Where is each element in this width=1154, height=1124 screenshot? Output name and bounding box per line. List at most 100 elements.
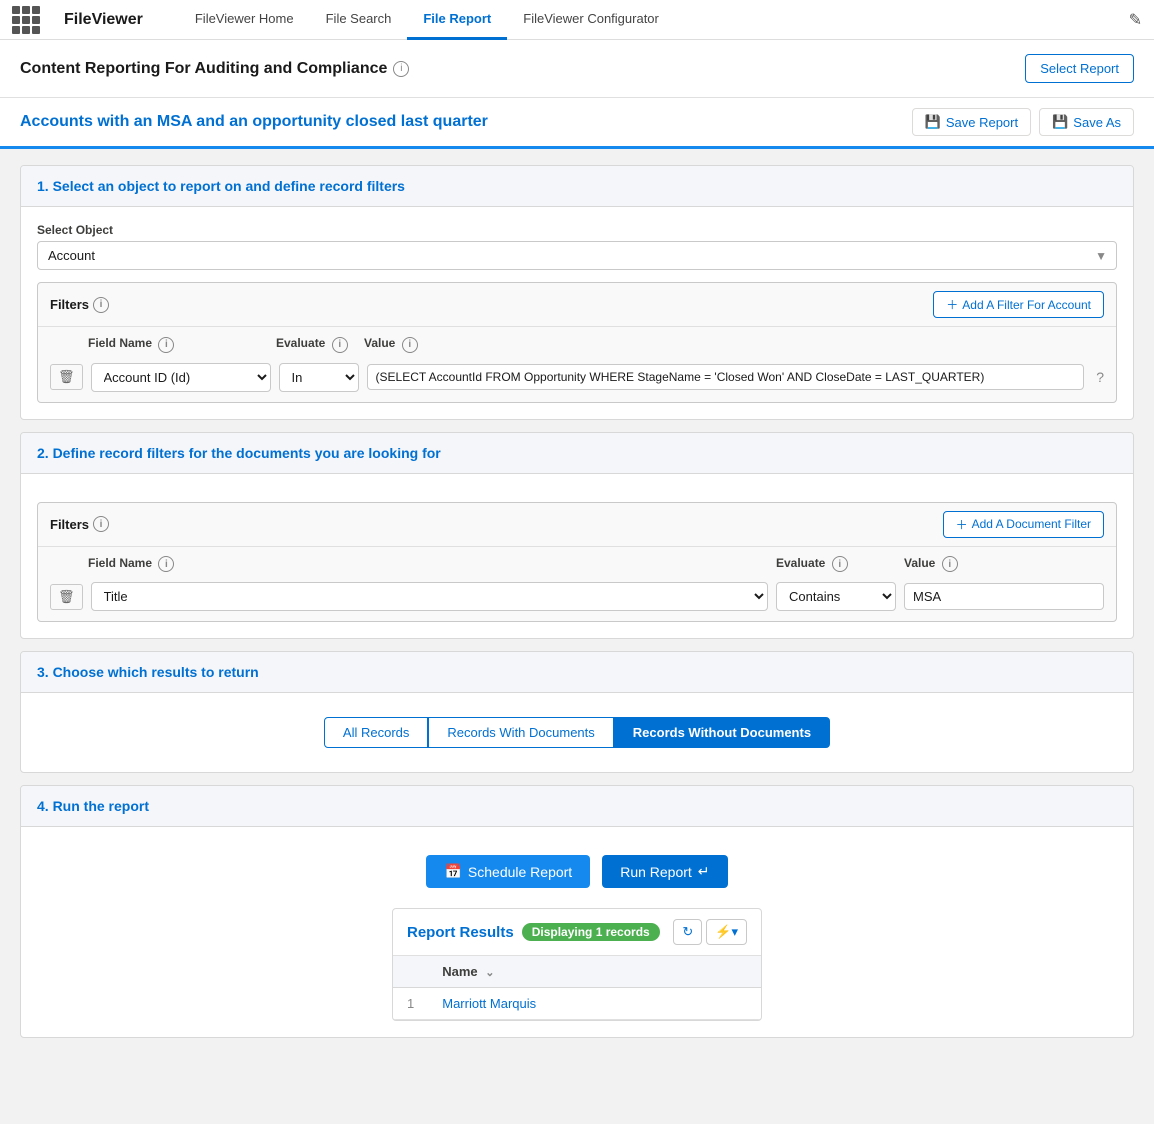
table-row: 1 Marriott Marquis bbox=[393, 988, 761, 1020]
section2-evaluate-info-icon[interactable]: i bbox=[832, 556, 848, 572]
top-navigation: FileViewer FileViewer Home File Search F… bbox=[0, 0, 1154, 40]
section2-header: 2. Define record filters for the documen… bbox=[21, 433, 1133, 474]
section4-card: 4. Run the report 📅 Schedule Report Run … bbox=[20, 785, 1134, 1038]
doc-field-name-select[interactable]: Title bbox=[91, 582, 768, 611]
calendar-icon: 📅 bbox=[444, 863, 461, 880]
save-icon: 💾 bbox=[925, 114, 941, 130]
run-area: 📅 Schedule Report Run Report ↵ bbox=[37, 843, 1117, 900]
section2-filter-row: 🗑 Title Contains bbox=[38, 572, 1116, 621]
section2-body: Filters i ＋ Add A Document Filter bbox=[21, 474, 1133, 639]
results-header: Report Results Displaying 1 records ↻ ⚡▾ bbox=[393, 909, 761, 956]
section3-card: 3. Choose which results to return All Re… bbox=[20, 651, 1134, 773]
displaying-badge: Displaying 1 records bbox=[522, 923, 660, 941]
section2-evaluate-col-label: Evaluate i bbox=[776, 556, 848, 570]
row-name-link[interactable]: Marriott Marquis bbox=[442, 996, 536, 1011]
section1-filter-row: 🗑 Account ID (Id) In ? bbox=[38, 353, 1116, 402]
select-object-label: Select Object bbox=[37, 223, 1117, 237]
results-area: Report Results Displaying 1 records ↻ ⚡▾ bbox=[37, 908, 1117, 1021]
section1-filters-box: Filters i ＋ Add A Filter For Account bbox=[37, 282, 1117, 403]
nav-file-search[interactable]: File Search bbox=[310, 0, 408, 40]
lightning-dropdown-button[interactable]: ⚡▾ bbox=[706, 919, 747, 945]
add-document-filter-button[interactable]: ＋ Add A Document Filter bbox=[943, 511, 1104, 538]
doc-evaluate-select[interactable]: Contains bbox=[776, 582, 896, 611]
save-report-button[interactable]: 💾 Save Report bbox=[912, 108, 1031, 136]
nav-links: FileViewer Home File Search File Report … bbox=[179, 0, 1109, 40]
select-object-dropdown[interactable]: Account bbox=[37, 241, 1117, 270]
section2-filters-header: Filters i ＋ Add A Document Filter bbox=[38, 503, 1116, 547]
evaluate-info-icon[interactable]: i bbox=[332, 337, 348, 353]
edit-icon[interactable]: ✎ bbox=[1129, 10, 1142, 30]
records-without-documents-button[interactable]: Records Without Documents bbox=[614, 717, 830, 748]
results-table: Name ⌄ 1 Marriott Marquis bbox=[393, 956, 761, 1020]
section2-card: 2. Define record filters for the documen… bbox=[20, 432, 1134, 640]
section2-filters-label: Filters i bbox=[50, 516, 109, 532]
select-report-button[interactable]: Select Report bbox=[1025, 54, 1134, 83]
nav-fileviewer-configurator[interactable]: FileViewer Configurator bbox=[507, 0, 675, 40]
section2-value-col-label: Value i bbox=[904, 556, 958, 570]
records-with-documents-button[interactable]: Records With Documents bbox=[428, 717, 613, 748]
header-info-icon[interactable]: i bbox=[393, 61, 409, 77]
all-records-button[interactable]: All Records bbox=[324, 717, 428, 748]
sort-icon[interactable]: ⌄ bbox=[485, 967, 494, 979]
refresh-button[interactable]: ↻ bbox=[673, 919, 702, 945]
page-title: Content Reporting For Auditing and Compl… bbox=[20, 60, 387, 78]
field-name-info-icon[interactable]: i bbox=[158, 337, 174, 353]
section2-filters-info-icon[interactable]: i bbox=[93, 516, 109, 532]
value-info-icon[interactable]: i bbox=[402, 337, 418, 353]
page-wrapper: Content Reporting For Auditing and Compl… bbox=[0, 40, 1154, 1124]
schedule-report-button[interactable]: 📅 Schedule Report bbox=[426, 855, 590, 888]
results-card: Report Results Displaying 1 records ↻ ⚡▾ bbox=[392, 908, 762, 1021]
section1-filter-col-labels: Field Name i Evaluate i bbox=[38, 327, 1116, 353]
report-title: Accounts with an MSA and an opportunity … bbox=[20, 113, 488, 131]
save-as-icon: 💾 bbox=[1052, 114, 1068, 130]
run-report-button[interactable]: Run Report ↵ bbox=[602, 855, 727, 888]
section1-filters-label: Filters i bbox=[50, 297, 109, 313]
section2-value-info-icon[interactable]: i bbox=[942, 556, 958, 572]
row-name: Marriott Marquis bbox=[428, 988, 761, 1020]
value-input[interactable] bbox=[367, 364, 1085, 390]
main-content: 1. Select an object to report on and def… bbox=[0, 149, 1154, 1054]
results-toggle: All Records Records With Documents Recor… bbox=[37, 717, 1117, 748]
nav-fileviewer-home[interactable]: FileViewer Home bbox=[179, 0, 310, 40]
evaluate-select[interactable]: In bbox=[279, 363, 359, 392]
section1-card: 1. Select an object to report on and def… bbox=[20, 165, 1134, 420]
app-grid-icon[interactable] bbox=[12, 6, 40, 34]
nav-file-report[interactable]: File Report bbox=[407, 0, 507, 40]
header-actions: 💾 Save Report 💾 Save As bbox=[912, 108, 1134, 136]
row-number: 1 bbox=[393, 988, 428, 1020]
section4-body: 📅 Schedule Report Run Report ↵ Report Re… bbox=[21, 827, 1133, 1037]
select-object-wrapper: Account ▼ bbox=[37, 241, 1117, 270]
sub-header: Accounts with an MSA and an opportunity … bbox=[0, 98, 1154, 149]
table-header-row: Name ⌄ bbox=[393, 956, 761, 988]
plus-icon-2: ＋ bbox=[956, 516, 968, 533]
value-col-label: Value i bbox=[364, 336, 418, 350]
section2-filters-box: Filters i ＋ Add A Document Filter bbox=[37, 502, 1117, 623]
app-logo: FileViewer bbox=[64, 11, 143, 29]
evaluate-col-label: Evaluate i bbox=[276, 336, 348, 350]
section4-header: 4. Run the report bbox=[21, 786, 1133, 827]
plus-icon: ＋ bbox=[946, 296, 958, 313]
table-name-header: Name ⌄ bbox=[428, 956, 761, 988]
section1-body: Select Object Account ▼ Filters i bbox=[21, 207, 1133, 419]
delete-doc-filter-button[interactable]: 🗑 bbox=[50, 584, 83, 610]
section2-field-name-col-label: Field Name i bbox=[88, 556, 174, 570]
header-card: Content Reporting For Auditing and Compl… bbox=[0, 40, 1154, 98]
field-name-col-label: Field Name i bbox=[88, 336, 174, 350]
field-name-select[interactable]: Account ID (Id) bbox=[91, 363, 271, 392]
doc-value-input[interactable] bbox=[904, 583, 1104, 610]
results-actions: ↻ ⚡▾ bbox=[673, 919, 747, 945]
section2-field-name-info-icon[interactable]: i bbox=[158, 556, 174, 572]
section3-body: All Records Records With Documents Recor… bbox=[21, 693, 1133, 772]
enter-icon: ↵ bbox=[698, 863, 710, 880]
save-as-button[interactable]: 💾 Save As bbox=[1039, 108, 1134, 136]
filters-info-icon[interactable]: i bbox=[93, 297, 109, 313]
section1-filters-header: Filters i ＋ Add A Filter For Account bbox=[38, 283, 1116, 327]
section2-filter-col-labels: Field Name i Evaluate i bbox=[38, 547, 1116, 573]
delete-filter-button[interactable]: 🗑 bbox=[50, 364, 83, 390]
section1-header: 1. Select an object to report on and def… bbox=[21, 166, 1133, 207]
help-icon[interactable]: ? bbox=[1096, 369, 1104, 385]
table-num-header bbox=[393, 956, 428, 988]
title-area: Content Reporting For Auditing and Compl… bbox=[20, 60, 409, 78]
results-title: Report Results bbox=[407, 924, 514, 941]
add-filter-account-button[interactable]: ＋ Add A Filter For Account bbox=[933, 291, 1104, 318]
